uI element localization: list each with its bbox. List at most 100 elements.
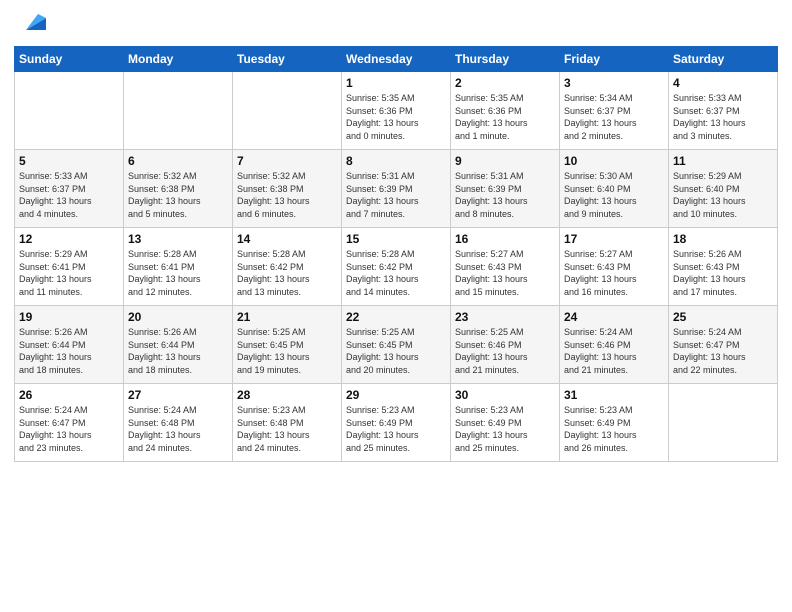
day-number: 30: [455, 388, 555, 402]
calendar-day-cell: 27 Sunrise: 5:24 AM Sunset: 6:48 PM Dayli…: [124, 384, 233, 462]
day-number: 9: [455, 154, 555, 168]
day-info: Sunrise: 5:26 AM Sunset: 6:44 PM Dayligh…: [19, 326, 119, 376]
day-info: Sunrise: 5:35 AM Sunset: 6:36 PM Dayligh…: [455, 92, 555, 142]
day-info: Sunrise: 5:23 AM Sunset: 6:49 PM Dayligh…: [346, 404, 446, 454]
day-number: 14: [237, 232, 337, 246]
calendar-day-cell: 29 Sunrise: 5:23 AM Sunset: 6:49 PM Dayli…: [342, 384, 451, 462]
day-number: 22: [346, 310, 446, 324]
day-number: 31: [564, 388, 664, 402]
col-header-friday: Friday: [560, 47, 669, 72]
day-number: 11: [673, 154, 773, 168]
day-info: Sunrise: 5:29 AM Sunset: 6:41 PM Dayligh…: [19, 248, 119, 298]
day-info: Sunrise: 5:27 AM Sunset: 6:43 PM Dayligh…: [455, 248, 555, 298]
day-number: 29: [346, 388, 446, 402]
col-header-saturday: Saturday: [669, 47, 778, 72]
calendar-day-cell: 6 Sunrise: 5:32 AM Sunset: 6:38 PM Daylig…: [124, 150, 233, 228]
day-info: Sunrise: 5:32 AM Sunset: 6:38 PM Dayligh…: [237, 170, 337, 220]
day-info: Sunrise: 5:32 AM Sunset: 6:38 PM Dayligh…: [128, 170, 228, 220]
calendar-day-cell: 17 Sunrise: 5:27 AM Sunset: 6:43 PM Dayli…: [560, 228, 669, 306]
day-number: 12: [19, 232, 119, 246]
calendar-day-cell: 24Sunrise: 5:24 AM Sunset: 6:46 PM Dayli…: [560, 306, 669, 384]
empty-cell: [15, 72, 124, 150]
day-number: 1: [346, 76, 446, 90]
day-info: Sunrise: 5:24 AM Sunset: 6:48 PM Dayligh…: [128, 404, 228, 454]
day-number: 2: [455, 76, 555, 90]
calendar-day-cell: 13 Sunrise: 5:28 AM Sunset: 6:41 PM Dayli…: [124, 228, 233, 306]
empty-cell: [233, 72, 342, 150]
calendar-day-cell: 16 Sunrise: 5:27 AM Sunset: 6:43 PM Dayli…: [451, 228, 560, 306]
calendar-week-row: 12 Sunrise: 5:29 AM Sunset: 6:41 PM Dayli…: [15, 228, 778, 306]
day-number: 20: [128, 310, 228, 324]
day-number: 4: [673, 76, 773, 90]
day-number: 8: [346, 154, 446, 168]
page: SundayMondayTuesdayWednesdayThursdayFrid…: [0, 0, 792, 612]
calendar-day-cell: 31 Sunrise: 5:23 AM Sunset: 6:49 PM Dayli…: [560, 384, 669, 462]
calendar-week-row: 1 Sunrise: 5:35 AM Sunset: 6:36 PM Daylig…: [15, 72, 778, 150]
logo-icon: [18, 10, 46, 38]
day-info: Sunrise: 5:25 AM Sunset: 6:46 PM Dayligh…: [455, 326, 555, 376]
calendar-day-cell: 18Sunrise: 5:26 AM Sunset: 6:43 PM Dayli…: [669, 228, 778, 306]
day-info: Sunrise: 5:28 AM Sunset: 6:42 PM Dayligh…: [237, 248, 337, 298]
day-info: Sunrise: 5:25 AM Sunset: 6:45 PM Dayligh…: [346, 326, 446, 376]
day-number: 19: [19, 310, 119, 324]
calendar-week-row: 19 Sunrise: 5:26 AM Sunset: 6:44 PM Dayli…: [15, 306, 778, 384]
calendar-day-cell: 2 Sunrise: 5:35 AM Sunset: 6:36 PM Daylig…: [451, 72, 560, 150]
calendar-day-cell: 22 Sunrise: 5:25 AM Sunset: 6:45 PM Dayli…: [342, 306, 451, 384]
day-number: 27: [128, 388, 228, 402]
day-info: Sunrise: 5:35 AM Sunset: 6:36 PM Dayligh…: [346, 92, 446, 142]
calendar-day-cell: 9 Sunrise: 5:31 AM Sunset: 6:39 PM Daylig…: [451, 150, 560, 228]
day-number: 6: [128, 154, 228, 168]
day-number: 13: [128, 232, 228, 246]
day-info: Sunrise: 5:26 AM Sunset: 6:43 PM Dayligh…: [673, 248, 773, 298]
calendar-day-cell: 30 Sunrise: 5:23 AM Sunset: 6:49 PM Dayli…: [451, 384, 560, 462]
day-info: Sunrise: 5:23 AM Sunset: 6:48 PM Dayligh…: [237, 404, 337, 454]
day-info: Sunrise: 5:28 AM Sunset: 6:42 PM Dayligh…: [346, 248, 446, 298]
day-number: 26: [19, 388, 119, 402]
day-number: 10: [564, 154, 664, 168]
calendar-day-cell: 3Sunrise: 5:34 AM Sunset: 6:37 PM Daylig…: [560, 72, 669, 150]
calendar-day-cell: 12 Sunrise: 5:29 AM Sunset: 6:41 PM Dayli…: [15, 228, 124, 306]
day-number: 21: [237, 310, 337, 324]
day-number: 16: [455, 232, 555, 246]
day-number: 3: [564, 76, 664, 90]
calendar-day-cell: 8Sunrise: 5:31 AM Sunset: 6:39 PM Daylig…: [342, 150, 451, 228]
day-number: 24: [564, 310, 664, 324]
calendar-day-cell: 28Sunrise: 5:23 AM Sunset: 6:48 PM Dayli…: [233, 384, 342, 462]
day-number: 17: [564, 232, 664, 246]
col-header-wednesday: Wednesday: [342, 47, 451, 72]
calendar-day-cell: 7Sunrise: 5:32 AM Sunset: 6:38 PM Daylig…: [233, 150, 342, 228]
calendar-week-row: 26 Sunrise: 5:24 AM Sunset: 6:47 PM Dayli…: [15, 384, 778, 462]
calendar-header-row: SundayMondayTuesdayWednesdayThursdayFrid…: [15, 47, 778, 72]
day-number: 25: [673, 310, 773, 324]
calendar-day-cell: 14 Sunrise: 5:28 AM Sunset: 6:42 PM Dayli…: [233, 228, 342, 306]
col-header-monday: Monday: [124, 47, 233, 72]
day-info: Sunrise: 5:33 AM Sunset: 6:37 PM Dayligh…: [673, 92, 773, 142]
day-number: 15: [346, 232, 446, 246]
day-info: Sunrise: 5:26 AM Sunset: 6:44 PM Dayligh…: [128, 326, 228, 376]
day-info: Sunrise: 5:23 AM Sunset: 6:49 PM Dayligh…: [564, 404, 664, 454]
day-info: Sunrise: 5:24 AM Sunset: 6:47 PM Dayligh…: [19, 404, 119, 454]
calendar-day-cell: 21 Sunrise: 5:25 AM Sunset: 6:45 PM Dayli…: [233, 306, 342, 384]
calendar-day-cell: 20 Sunrise: 5:26 AM Sunset: 6:44 PM Dayli…: [124, 306, 233, 384]
day-info: Sunrise: 5:25 AM Sunset: 6:45 PM Dayligh…: [237, 326, 337, 376]
day-info: Sunrise: 5:23 AM Sunset: 6:49 PM Dayligh…: [455, 404, 555, 454]
calendar-day-cell: 15 Sunrise: 5:28 AM Sunset: 6:42 PM Dayli…: [342, 228, 451, 306]
calendar-day-cell: 5Sunrise: 5:33 AM Sunset: 6:37 PM Daylig…: [15, 150, 124, 228]
header: [14, 10, 778, 38]
day-info: Sunrise: 5:27 AM Sunset: 6:43 PM Dayligh…: [564, 248, 664, 298]
day-info: Sunrise: 5:30 AM Sunset: 6:40 PM Dayligh…: [564, 170, 664, 220]
calendar-day-cell: 11 Sunrise: 5:29 AM Sunset: 6:40 PM Dayli…: [669, 150, 778, 228]
calendar-day-cell: 19 Sunrise: 5:26 AM Sunset: 6:44 PM Dayli…: [15, 306, 124, 384]
day-info: Sunrise: 5:33 AM Sunset: 6:37 PM Dayligh…: [19, 170, 119, 220]
calendar-day-cell: 10 Sunrise: 5:30 AM Sunset: 6:40 PM Dayli…: [560, 150, 669, 228]
calendar-day-cell: 4 Sunrise: 5:33 AM Sunset: 6:37 PM Daylig…: [669, 72, 778, 150]
day-info: Sunrise: 5:24 AM Sunset: 6:47 PM Dayligh…: [673, 326, 773, 376]
calendar-week-row: 5Sunrise: 5:33 AM Sunset: 6:37 PM Daylig…: [15, 150, 778, 228]
calendar-day-cell: 26 Sunrise: 5:24 AM Sunset: 6:47 PM Dayli…: [15, 384, 124, 462]
day-info: Sunrise: 5:28 AM Sunset: 6:41 PM Dayligh…: [128, 248, 228, 298]
calendar-day-cell: 25 Sunrise: 5:24 AM Sunset: 6:47 PM Dayli…: [669, 306, 778, 384]
col-header-thursday: Thursday: [451, 47, 560, 72]
col-header-tuesday: Tuesday: [233, 47, 342, 72]
day-info: Sunrise: 5:29 AM Sunset: 6:40 PM Dayligh…: [673, 170, 773, 220]
day-info: Sunrise: 5:31 AM Sunset: 6:39 PM Dayligh…: [455, 170, 555, 220]
